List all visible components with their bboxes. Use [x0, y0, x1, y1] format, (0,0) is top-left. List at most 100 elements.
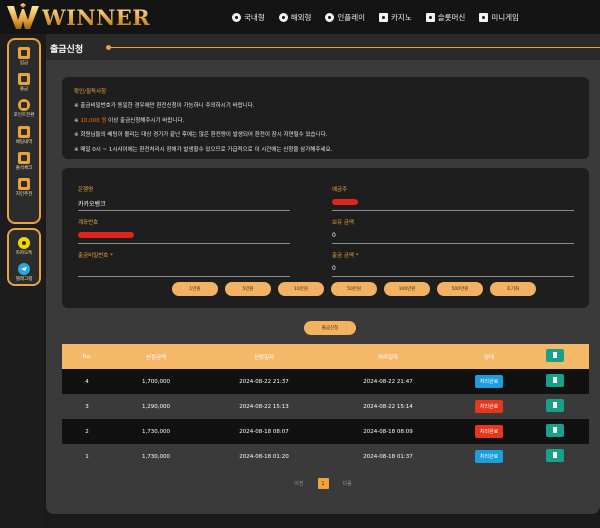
notice-line: ※ 출금비밀번호가 동일한 경우에만 환전신청이 가능하니 주의하시기 바랍니다… [74, 103, 255, 109]
password-input[interactable] [78, 265, 290, 273]
nav-domestic[interactable]: 국내형 [232, 12, 265, 23]
row-delete-cell [530, 449, 580, 464]
submit-withdraw-button[interactable]: 출금신청 [304, 321, 356, 335]
nav-slot[interactable]: 슬롯머신 [425, 12, 466, 23]
field-label: 예금주 [332, 187, 348, 193]
current-page[interactable]: 1 [317, 478, 329, 489]
trash-icon[interactable] [546, 349, 564, 362]
row-status-cell: 처리완료 [448, 450, 530, 463]
status-badge: 처리완료 [474, 375, 504, 388]
row-delete-cell [530, 374, 580, 389]
amount-10k-button[interactable]: 1만원 [172, 282, 218, 296]
row-status-cell: 처리완료 [448, 400, 530, 413]
sidebar-item-point[interactable]: 포인트전환 [11, 96, 37, 122]
row-processed-date: 2024-08-22 15:14 [363, 403, 413, 410]
amount-50k-button[interactable]: 5만원 [225, 282, 271, 296]
left-sidebar: 입금 출금 포인트전환 베팅내역 출석체크 지인추천 카카오톡 텔레그램 [0, 34, 44, 528]
sidebar-item-kakaotalk[interactable]: 카카오톡 [11, 233, 37, 259]
sidebar-item-label: 출석체크 [15, 166, 33, 172]
account-field: 계좌번호 [78, 218, 290, 244]
trash-icon[interactable] [546, 424, 564, 437]
amount-input[interactable]: 0 [332, 265, 574, 273]
nav-casino[interactable]: 카지노 [379, 12, 412, 23]
amount-1m-button[interactable]: 100만원 [384, 282, 430, 296]
brand-logo[interactable]: WINNER [6, 0, 150, 34]
wallet-icon [18, 46, 30, 59]
delete-all-cell [530, 349, 580, 364]
nav-label: 인플레이 [337, 12, 366, 22]
prev-page[interactable]: 이전 [294, 480, 303, 487]
row-number: 4 [85, 378, 89, 385]
sidebar-item-attendance[interactable]: 출석체크 [11, 149, 37, 175]
status-badge: 처리완료 [474, 450, 504, 463]
point-icon [18, 99, 30, 112]
column-header: No. [82, 353, 92, 360]
account-value [78, 232, 290, 240]
column-header: 처리일자 [377, 354, 399, 361]
withdraw-history-table: No. 신청금액 신청일자 처리일자 상태 4 1,700,000 2024-08-… [62, 344, 589, 469]
next-page[interactable]: 다음 [343, 480, 352, 487]
sidebar-item-withdraw[interactable]: 출금 [11, 69, 37, 95]
trash-icon[interactable] [546, 374, 564, 387]
balance-field: 보유 금액 0 [332, 218, 574, 244]
redacted-mark [78, 232, 134, 238]
sidebar-item-label: 카카오톡 [15, 250, 33, 256]
sidebar-item-label: 지인추천 [15, 192, 33, 198]
row-number: 2 [85, 428, 89, 435]
row-applied-date: 2024-08-22 21:37 [239, 378, 289, 385]
ticket-icon [18, 125, 30, 138]
field-underline [78, 276, 290, 277]
nav-label: 미니게임 [491, 12, 519, 22]
soccer-ball-icon [278, 12, 288, 22]
redacted-mark [332, 199, 358, 205]
row-amount: 1,700,000 [142, 378, 170, 385]
column-header: 신청금액 [145, 354, 167, 361]
soccer-ball-icon [232, 12, 241, 22]
field-label: 보유 금액 [332, 220, 354, 226]
nav-label: 국내형 [244, 12, 265, 22]
row-number: 3 [85, 403, 89, 410]
sidebar-item-deposit[interactable]: 입금 [11, 43, 37, 69]
table-row: 4 1,700,000 2024-08-22 21:37 2024-08-22 21:… [62, 369, 589, 394]
amount-5m-button[interactable]: 500만원 [437, 282, 483, 296]
status-badge: 처리완료 [474, 400, 504, 413]
amount-500k-button[interactable]: 50만원 [331, 282, 377, 296]
sidebar-item-telegram[interactable]: 텔레그램 [11, 259, 37, 285]
row-applied-date: 2024-08-18 01:20 [239, 453, 289, 460]
sidebar-item-referral[interactable]: 지인추천 [11, 175, 37, 201]
row-applied-date: 2024-08-18 08:07 [239, 428, 289, 435]
amount-field[interactable]: 출금 금액 * 0 [332, 251, 574, 277]
field-underline [332, 210, 574, 211]
sidebar-item-label: 포인트전환 [13, 113, 35, 119]
notice-line: ※ 매일 0시 ~ 1시사이에는 환전처리시 장애가 발생할수 있으므로 가급적… [74, 146, 333, 153]
nav-overseas[interactable]: 해외형 [278, 12, 312, 23]
row-amount: 1,730,000 [142, 428, 170, 435]
trash-icon[interactable] [546, 449, 564, 462]
calendar-icon [18, 152, 30, 165]
monitor-icon [379, 12, 389, 22]
sidebar-item-bet-history[interactable]: 베팅내역 [11, 122, 37, 148]
nav-label: 해외형 [290, 12, 312, 22]
table-row: 3 1,290,000 2024-08-22 15:13 2024-08-22 15:… [62, 394, 589, 419]
nav-inplay[interactable]: 인플레이 [325, 12, 365, 23]
password-field[interactable]: 출금비밀번호 * [78, 251, 290, 277]
holder-value [332, 199, 574, 207]
reset-button[interactable]: 초기화 [490, 282, 536, 296]
row-number: 1 [85, 453, 89, 460]
row-status-cell: 처리완료 [448, 425, 530, 438]
top-navbar: WINNER 국내형 해외형 인플레이 카지노 슬롯머신 미니게임 [0, 0, 600, 34]
title-divider [110, 47, 600, 48]
sidebar-item-label: 텔레그램 [15, 276, 33, 282]
row-delete-cell [530, 424, 580, 439]
min-amount: 10,000 원 [80, 117, 107, 124]
brand-name: WINNER [42, 4, 151, 30]
nav-label: 슬롯머신 [437, 12, 466, 22]
holder-field: 예금주 [332, 185, 574, 211]
page-header: 출금신청 [46, 34, 600, 60]
nav-minigame[interactable]: 미니게임 [479, 12, 519, 23]
amount-buttons: 1만원 5만원 10만원 50만원 100만원 500만원 초기화 [172, 282, 543, 296]
trash-icon[interactable] [546, 399, 564, 412]
gift-icon [18, 178, 30, 191]
amount-100k-button[interactable]: 10만원 [278, 282, 324, 296]
notice-line: ※ 10,000 원 이상 출금신청해주시기 바랍니다. [74, 117, 185, 124]
